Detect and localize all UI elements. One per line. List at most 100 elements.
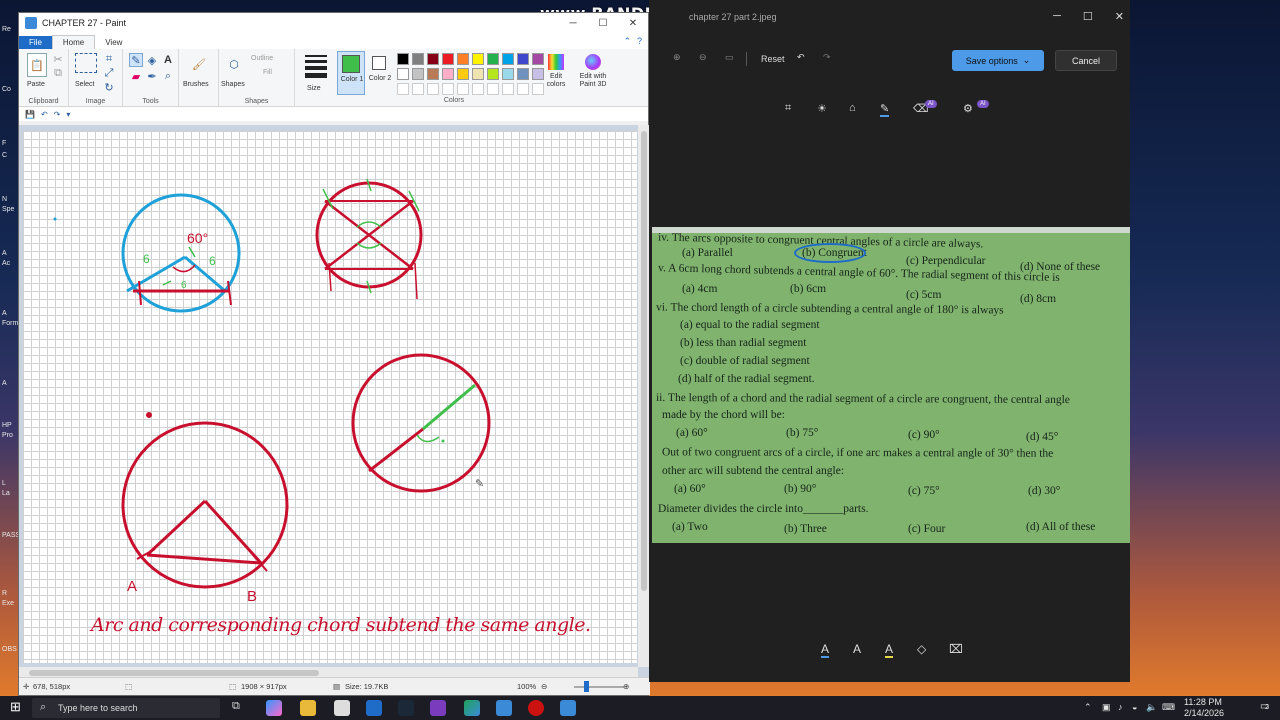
photos-app-icon[interactable] [496,700,512,716]
zoom-in-icon-photos[interactable]: ⊕ [673,52,681,63]
select-button[interactable]: Select [75,81,94,88]
color1-button[interactable]: Color 1 [337,51,365,95]
palette-swatch-empty[interactable] [517,83,529,95]
save-options-button[interactable]: Save options ⌄ [952,50,1044,71]
desktop-icon-label[interactable]: C [2,152,7,159]
copy-icon[interactable]: ⧉ [52,67,64,79]
steam-icon[interactable] [398,700,414,716]
select-icon[interactable] [75,53,97,73]
fill-bucket-icon[interactable]: ◈ [145,53,159,67]
desktop-icon-label[interactable]: HP [2,422,12,429]
desktop-icon-strip[interactable]: Re Co F C N Spe A Ac A Form A HP Pro L La PASS R Exe OBS [0,20,20,680]
palette-swatch-empty[interactable] [412,83,424,95]
palette-swatch[interactable] [472,68,484,80]
palette-swatch-empty[interactable] [502,83,514,95]
desktop-icon-label[interactable]: F [2,140,6,147]
language-icon[interactable]: ⌨ [1162,702,1175,713]
palette-swatch-empty[interactable] [472,83,484,95]
edge-icon[interactable] [464,700,480,716]
desktop-icon-label[interactable]: A [2,310,7,317]
tab-file[interactable]: File [19,36,52,49]
zoom-out-icon-photos[interactable]: ⊖ [699,52,707,63]
paste-button[interactable]: Paste [27,81,45,88]
palette-swatch[interactable] [412,68,424,80]
palette-swatch[interactable] [442,53,454,65]
clear-icon[interactable]: ⌧ [949,642,963,656]
palette-swatch[interactable] [427,68,439,80]
crop-icon-photos[interactable]: ⌗ [785,102,791,115]
palette-swatch[interactable] [517,68,529,80]
fit-icon[interactable]: ▭ [725,52,734,63]
save-icon[interactable]: 💾 [25,110,35,119]
desktop-icon-label[interactable]: Co [2,86,11,93]
desktop-icon-label[interactable]: Ac [2,260,10,267]
clock-date[interactable]: 2/14/2026 [1184,708,1224,718]
onenote-icon[interactable] [430,700,446,716]
desktop-icon-label[interactable]: R [2,590,7,597]
magnifier-icon[interactable]: ⌕ [161,69,175,83]
pencil-icon[interactable]: ✎ [129,53,143,67]
customize-qat-icon[interactable]: ▾ [66,110,70,119]
markup-icon[interactable]: ✎ [880,102,890,117]
edit-paint3d-button[interactable]: Edit with Paint 3D [575,51,611,95]
undo-icon-photos[interactable]: ↶ [797,52,805,63]
shapes-button[interactable]: Shapes [221,81,245,88]
desktop-icon-label[interactable]: Pro [2,432,13,439]
palette-swatch[interactable] [487,53,499,65]
desktop-icon-label[interactable]: Spe [2,206,14,213]
palette-swatch[interactable] [502,68,514,80]
file-explorer-icon[interactable] [300,700,316,716]
palette-swatch[interactable] [517,53,529,65]
palette-swatch[interactable] [487,68,499,80]
palette-swatch-empty[interactable] [457,83,469,95]
desktop-icon-label[interactable]: L [2,480,6,487]
desktop-icon-label[interactable]: A [2,380,7,387]
pen2-icon[interactable]: A [853,642,861,656]
microphone-icon[interactable]: ♪ [1118,702,1123,712]
paint-taskbar-icon[interactable] [560,700,576,716]
palette-swatch[interactable] [412,53,424,65]
desktop-icon-label[interactable]: La [2,490,10,497]
zoom-slider-thumb[interactable] [584,681,589,692]
windows-start-icon[interactable]: ⊞ [10,699,21,715]
drawing-canvas[interactable]: 60° 6 6 6 A B ✎ Arc and corresponding ch… [23,131,637,663]
paste-icon[interactable]: 📋 [27,53,47,77]
tray-chevron-icon[interactable]: ⌃ [1084,702,1092,713]
palette-swatch[interactable] [457,68,469,80]
palette-swatch[interactable] [532,53,544,65]
zoom-slider[interactable] [574,686,624,688]
palette-swatch[interactable] [397,53,409,65]
reset-button[interactable]: Reset [761,54,785,64]
zoom-in-icon[interactable]: ⊕ [623,682,629,691]
text-tool-icon[interactable]: A [161,53,175,67]
palette-swatch[interactable] [397,68,409,80]
clock-time[interactable]: 11:28 PM [1184,697,1222,707]
palette-swatch-empty[interactable] [397,83,409,95]
desktop-icon-label[interactable]: Re [2,26,11,33]
shapes-icon[interactable]: ⬡ [223,53,245,75]
color-picker-icon[interactable]: ✒ [145,69,159,83]
color2-button[interactable]: Color 2 [367,51,393,95]
close-icon[interactable]: ✕ [618,18,648,29]
zoom-out-icon[interactable]: ⊖ [541,682,547,691]
resize-icon[interactable]: ⤢ [103,67,115,79]
palette-swatch[interactable] [532,68,544,80]
outline-button[interactable]: Outline [251,55,273,62]
store-icon[interactable] [334,700,350,716]
volume-icon[interactable]: 🔈 [1146,702,1157,713]
desktop-icon-label[interactable]: Exe [2,600,14,607]
palette-swatch[interactable] [457,53,469,65]
palette-swatch-empty[interactable] [442,83,454,95]
task-view-icon[interactable]: ⧉ [232,700,248,716]
vertical-scroll-thumb[interactable] [641,131,647,591]
collapse-ribbon-icon[interactable]: ⌃ [623,36,631,47]
highlighter-icon[interactable]: A [885,642,894,658]
palette-swatch-empty[interactable] [487,83,499,95]
eraser-icon-photos[interactable]: ◇ [917,642,926,656]
palette-swatch-empty[interactable] [532,83,544,95]
taskbar-search[interactable]: ⌕ Type here to search [32,698,220,718]
edit-colors-button[interactable]: Edit colors [544,51,568,95]
tray-app-icon[interactable]: ▣ [1102,702,1111,713]
cancel-button[interactable]: Cancel [1055,50,1117,71]
brushes-icon[interactable]: 🖌 [187,53,211,75]
